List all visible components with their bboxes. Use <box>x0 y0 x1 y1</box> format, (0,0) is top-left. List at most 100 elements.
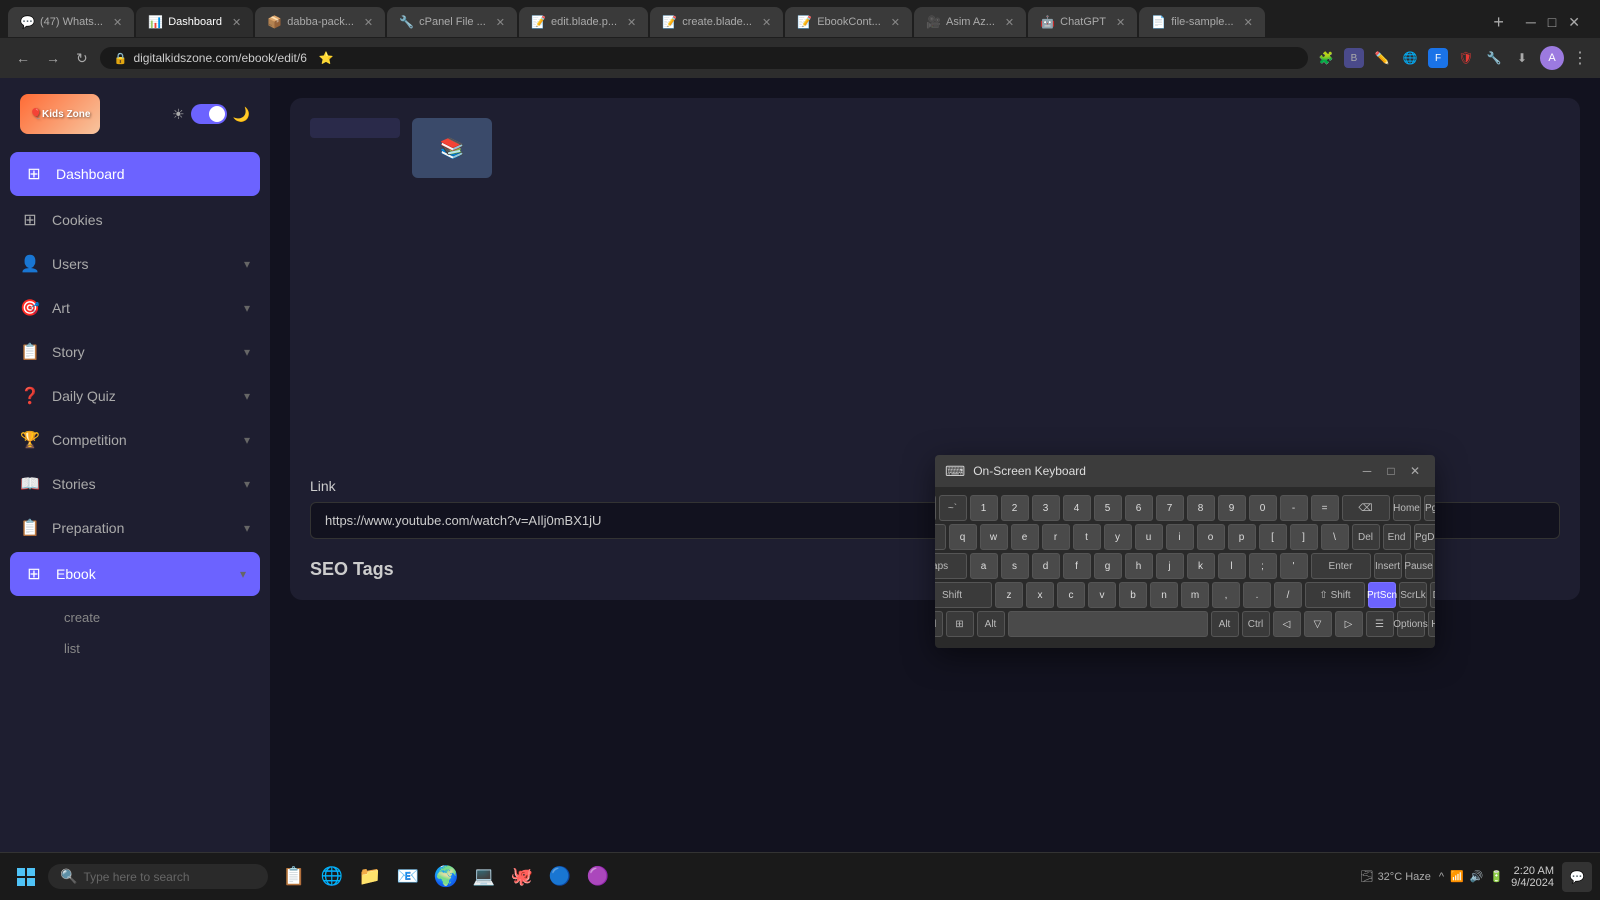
book-thumbnail[interactable]: 📚 <box>412 118 492 178</box>
download-icon[interactable]: ⬇ <box>1512 48 1532 68</box>
taskbar-app-view[interactable]: 📋 <box>276 859 312 895</box>
key-backslash[interactable]: \ <box>1321 524 1349 550</box>
key-z[interactable]: z <box>995 582 1023 608</box>
ctrl-right-key[interactable]: Ctrl <box>1242 611 1270 637</box>
tilde-key[interactable]: ~` <box>939 495 967 521</box>
browser-tab-5[interactable]: 📝 edit.blade.p... ✕ <box>519 7 648 37</box>
taskbar-app-terminal[interactable]: 🔵 <box>542 859 578 895</box>
dock-key[interactable]: Dock <box>1430 582 1435 608</box>
key-6[interactable]: 6 <box>1125 495 1153 521</box>
start-button[interactable] <box>8 859 44 895</box>
sidebar-item-story[interactable]: 📋 Story ▾ <box>0 330 270 374</box>
right-arrow-key[interactable]: ▷ <box>1335 611 1363 637</box>
tab-close-button[interactable]: ✕ <box>232 16 241 29</box>
key-e[interactable]: e <box>1011 524 1039 550</box>
key-r[interactable]: r <box>1042 524 1070 550</box>
key-s[interactable]: s <box>1001 553 1029 579</box>
down-arrow-key[interactable]: ▽ <box>1304 611 1332 637</box>
key-slash[interactable]: / <box>1274 582 1302 608</box>
key-0[interactable]: 0 <box>1249 495 1277 521</box>
key-p[interactable]: p <box>1228 524 1256 550</box>
esc-key[interactable]: Esc <box>935 495 936 521</box>
ebook-create-link[interactable]: create <box>52 602 270 633</box>
help-key[interactable]: Help <box>1428 611 1436 637</box>
end-key[interactable]: End <box>1383 524 1411 550</box>
key-m[interactable]: m <box>1181 582 1209 608</box>
taskbar-app-chrome[interactable]: 🌍 <box>428 859 464 895</box>
tab-close-button[interactable]: ✕ <box>1244 16 1253 29</box>
key-l[interactable]: l <box>1218 553 1246 579</box>
browser-icon2[interactable]: ✏️ <box>1372 48 1392 68</box>
taskbar-app-edge[interactable]: 🌐 <box>314 859 350 895</box>
left-shift-key[interactable]: Shift <box>935 582 992 608</box>
sidebar-item-art[interactable]: 🎯 Art ▾ <box>0 286 270 330</box>
url-box[interactable]: 🔒 digitalkidszone.com/ebook/edit/6 ⭐ <box>100 47 1308 69</box>
user-avatar[interactable]: A <box>1540 46 1564 70</box>
maximize-button[interactable]: □ <box>1548 14 1556 30</box>
key-minus[interactable]: - <box>1280 495 1308 521</box>
browser-icon4[interactable]: F <box>1428 48 1448 68</box>
chevron-icon[interactable]: ^ <box>1439 871 1444 883</box>
menu-button[interactable]: ⋮ <box>1572 48 1588 68</box>
back-button[interactable]: ← <box>12 46 34 70</box>
browser-tab-8[interactable]: 🎥 Asim Az... ✕ <box>914 7 1026 37</box>
tab-key[interactable]: Tab <box>935 524 946 550</box>
space-key[interactable] <box>1008 611 1208 637</box>
forward-button[interactable]: → <box>42 46 64 70</box>
osk-close-button[interactable]: ✕ <box>1405 461 1425 481</box>
key-j[interactable]: j <box>1156 553 1184 579</box>
key-t[interactable]: t <box>1073 524 1101 550</box>
menu-key[interactable]: ☰ <box>1366 611 1394 637</box>
browser-tab-7[interactable]: 📝 EbookCont... ✕ <box>785 7 912 37</box>
right-shift-key[interactable]: ⇧ Shift <box>1305 582 1365 608</box>
notification-button[interactable]: 💬 <box>1562 862 1592 892</box>
key-period[interactable]: . <box>1243 582 1271 608</box>
sidebar-item-dashboard[interactable]: ⊞ Dashboard <box>10 152 260 196</box>
browser-tab-6[interactable]: 📝 create.blade... ✕ <box>650 7 783 37</box>
sidebar-item-preparation[interactable]: 📋 Preparation ▾ <box>0 506 270 550</box>
refresh-button[interactable]: ↻ <box>72 46 92 71</box>
key-equals[interactable]: = <box>1311 495 1339 521</box>
browser-tab-1[interactable]: 💬 (47) Whats... ✕ <box>8 7 134 37</box>
key-semicolon[interactable]: ; <box>1249 553 1277 579</box>
home-key[interactable]: Home <box>1393 495 1421 521</box>
prtscn-key[interactable]: PrtScn <box>1368 582 1396 608</box>
key-q[interactable]: q <box>949 524 977 550</box>
left-arrow-key[interactable]: ◁ <box>1273 611 1301 637</box>
key-n[interactable]: n <box>1150 582 1178 608</box>
key-2[interactable]: 2 <box>1001 495 1029 521</box>
taskbar-time[interactable]: 2:20 AM 9/4/2024 <box>1511 865 1554 889</box>
options-key[interactable]: Options <box>1397 611 1425 637</box>
win-key[interactable]: ⊞ <box>946 611 974 637</box>
taskbar-app-mail[interactable]: 📧 <box>390 859 426 895</box>
sidebar-item-daily-quiz[interactable]: ❓ Daily Quiz ▾ <box>0 374 270 418</box>
scrlk-key[interactable]: ScrLk <box>1399 582 1427 608</box>
enter-key[interactable]: Enter <box>1311 553 1371 579</box>
close-button[interactable]: ✕ <box>1568 14 1580 31</box>
key-1[interactable]: 1 <box>970 495 998 521</box>
key-quote[interactable]: ' <box>1280 553 1308 579</box>
key-u[interactable]: u <box>1135 524 1163 550</box>
caps-key[interactable]: Caps <box>935 553 967 579</box>
key-lbracket[interactable]: [ <box>1259 524 1287 550</box>
osk-minimize-button[interactable]: ─ <box>1357 461 1377 481</box>
key-4[interactable]: 4 <box>1063 495 1091 521</box>
sidebar-item-ebook[interactable]: ⊞ Ebook ▾ <box>10 552 260 596</box>
extensions-icon[interactable]: 🧩 <box>1316 48 1336 68</box>
key-x[interactable]: x <box>1026 582 1054 608</box>
key-i[interactable]: i <box>1166 524 1194 550</box>
network-icon[interactable]: 📶 <box>1450 870 1464 883</box>
sidebar-item-competition[interactable]: 🏆 Competition ▾ <box>0 418 270 462</box>
browser-tab-10[interactable]: 📄 file-sample... ✕ <box>1139 7 1265 37</box>
sidebar-item-users[interactable]: 👤 Users ▾ <box>0 242 270 286</box>
key-9[interactable]: 9 <box>1218 495 1246 521</box>
key-comma[interactable]: , <box>1212 582 1240 608</box>
tab-close-button[interactable]: ✕ <box>762 16 771 29</box>
browser-icon1[interactable]: B <box>1344 48 1364 68</box>
key-h[interactable]: h <box>1125 553 1153 579</box>
sidebar-item-cookies[interactable]: ⊞ Cookies <box>0 198 270 242</box>
key-3[interactable]: 3 <box>1032 495 1060 521</box>
ctrl-key[interactable]: Ctrl <box>935 611 943 637</box>
volume-icon[interactable]: 🔊 <box>1470 870 1484 883</box>
taskbar-search[interactable]: 🔍 Type here to search <box>48 864 268 889</box>
